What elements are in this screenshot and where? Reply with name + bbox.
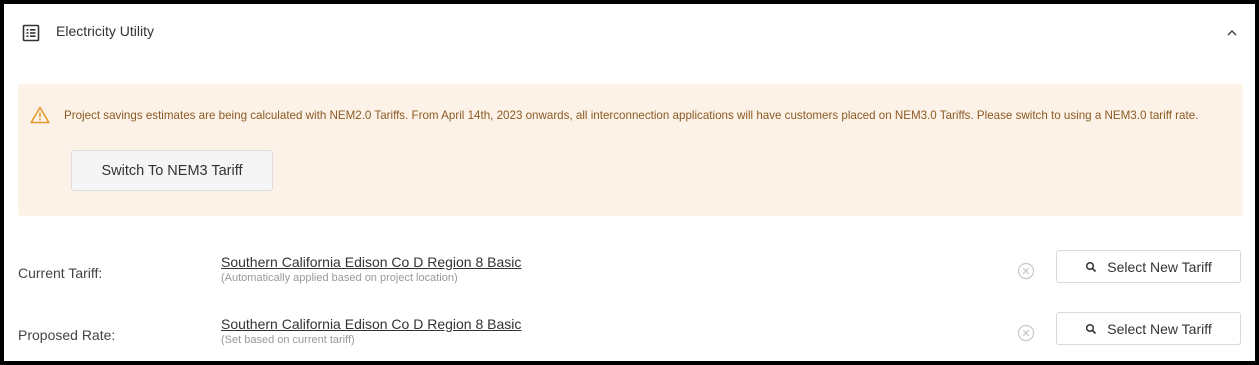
current-tariff-link[interactable]: Southern California Edison Co D Region 8… — [221, 254, 521, 270]
warning-triangle-icon — [30, 106, 50, 124]
select-new-tariff-button[interactable]: Select New Tariff — [1056, 250, 1241, 283]
search-icon — [1086, 261, 1097, 272]
select-new-tariff-label: Select New Tariff — [1107, 258, 1212, 275]
electricity-utility-panel: Electricity Utility Project savings esti… — [4, 4, 1255, 361]
chevron-up-icon[interactable] — [1225, 26, 1239, 40]
proposed-rate-label: Proposed Rate: — [18, 327, 116, 343]
clear-icon[interactable] — [1017, 324, 1035, 342]
proposed-rate-note: (Set based on current tariff) — [221, 334, 355, 346]
current-tariff-label: Current Tariff: — [18, 265, 103, 281]
list-icon — [22, 24, 40, 42]
panel-title: Electricity Utility — [56, 23, 155, 39]
clear-icon[interactable] — [1017, 262, 1035, 280]
select-new-rate-button[interactable]: Select New Tariff — [1056, 312, 1241, 345]
switch-to-nem3-button[interactable]: Switch To NEM3 Tariff — [71, 150, 273, 191]
proposed-rate-link[interactable]: Southern California Edison Co D Region 8… — [221, 316, 521, 332]
select-new-rate-label: Select New Tariff — [1107, 320, 1212, 337]
current-tariff-row: Current Tariff: Southern California Edis… — [4, 248, 1255, 298]
search-icon — [1086, 323, 1097, 334]
panel-header[interactable]: Electricity Utility — [4, 4, 1255, 62]
alert-message: Project savings estimates are being calc… — [64, 109, 1199, 122]
current-tariff-note: (Automatically applied based on project … — [221, 272, 458, 284]
nem-warning-alert: Project savings estimates are being calc… — [18, 84, 1243, 216]
proposed-rate-row: Proposed Rate: Southern California Ediso… — [4, 310, 1255, 360]
